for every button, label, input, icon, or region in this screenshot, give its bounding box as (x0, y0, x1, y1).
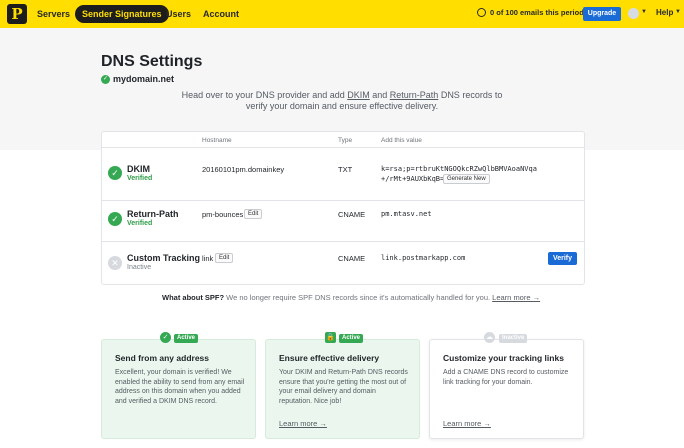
nav-account[interactable]: Account (203, 7, 239, 21)
domain-name: mydomain.net (113, 74, 175, 84)
verify-button[interactable]: Verify (548, 252, 577, 265)
check-icon: ✓ (108, 212, 122, 226)
check-icon: ✓ (101, 74, 110, 84)
lock-icon: 🔒 (325, 332, 336, 343)
record-name: DKIM (127, 164, 150, 174)
column-hostname: Hostname (202, 137, 232, 144)
caret-down-icon[interactable]: ▼ (675, 9, 681, 15)
generate-new-button[interactable]: Generate New (443, 174, 490, 184)
column-type: Type (338, 137, 353, 144)
page-title: DNS Settings (101, 53, 203, 70)
record-value: pm.mtasv.net (381, 210, 432, 218)
record-name: Return-Path (127, 209, 179, 219)
status-badge: Active (339, 334, 364, 343)
postmark-logo[interactable]: P (7, 4, 27, 24)
spf-learn-more-link[interactable]: Learn more → (492, 293, 540, 302)
record-hostname: link (202, 254, 214, 263)
email-usage[interactable]: 0 of 100 emails this period (477, 8, 584, 17)
feature-card-effective-delivery: Ensure effective delivery Your DKIM and … (265, 339, 420, 439)
top-nav: P Servers Sender Signatures Users Accoun… (0, 0, 684, 28)
table-row (101, 200, 585, 241)
record-type: CNAME (338, 254, 366, 263)
spf-note: What about SPF? We no longer require SPF… (162, 293, 540, 302)
x-icon: ✕ (108, 256, 122, 270)
learn-more-link[interactable]: Learn more → (443, 419, 491, 428)
cloud-icon: ☁ (484, 332, 495, 343)
upgrade-button[interactable]: Upgrade (583, 7, 621, 21)
avatar[interactable] (628, 8, 639, 19)
check-icon: ✓ (160, 332, 171, 343)
status-badge: Inactive (499, 334, 528, 343)
return-path-link[interactable]: Return-Path (390, 90, 439, 100)
usage-ring-icon (477, 8, 486, 17)
card-description: Your DKIM and Return-Path DNS records en… (279, 369, 408, 405)
status-badge: Active (174, 334, 199, 343)
record-value: k=rsa;p=rtbruKtNGOQkcRZwQlbBMVAoaNVqa (381, 165, 537, 173)
edit-hostname-button[interactable]: Edit (244, 209, 263, 219)
column-value: Add this value (381, 137, 422, 144)
nav-servers[interactable]: Servers (37, 7, 70, 21)
card-title: Send from any address (115, 353, 210, 363)
card-description: Add a CNAME DNS record to customize link… (443, 369, 569, 386)
record-hostname: pm-bounces (202, 210, 244, 219)
help-menu[interactable]: Help (656, 8, 673, 17)
spf-text: We no longer require SPF DNS records sin… (224, 293, 493, 302)
spf-question: What about SPF? (162, 293, 225, 302)
edit-hostname-button[interactable]: Edit (215, 253, 234, 263)
record-type: CNAME (338, 210, 366, 219)
caret-down-icon[interactable]: ▼ (641, 9, 647, 15)
card-title: Ensure effective delivery (279, 353, 380, 363)
dkim-link[interactable]: DKIM (347, 90, 370, 100)
record-status: Verified (127, 220, 153, 227)
record-name: Custom Tracking (127, 253, 201, 263)
record-type: TXT (338, 165, 353, 174)
record-hostname: 20160101pm.domainkey (202, 165, 285, 174)
record-status: Inactive (127, 264, 152, 271)
record-value-cont: +/rMt+9AUXbKqB= (381, 175, 445, 183)
domain-row: ✓ mydomain.net (101, 74, 174, 84)
intro-text: Head over to your DNS provider and add D… (170, 90, 514, 112)
intro-pre: Head over to your DNS provider and add (181, 90, 348, 100)
learn-more-link[interactable]: Learn more → (279, 419, 327, 428)
record-value: link.postmarkapp.com (381, 254, 466, 262)
usage-text: 0 of 100 emails this period (490, 8, 584, 17)
intro-and: and (369, 90, 390, 100)
record-status: Verified (127, 175, 153, 182)
check-icon: ✓ (108, 166, 122, 180)
nav-users[interactable]: Users (166, 7, 191, 21)
card-description: Excellent, your domain is verified! We e… (115, 369, 245, 405)
card-title: Customize your tracking links (443, 353, 564, 363)
feature-card-send-any-address: Send from any address Excellent, your do… (101, 339, 256, 439)
nav-sender-signatures[interactable]: Sender Signatures (75, 5, 169, 23)
feature-card-tracking-links: Customize your tracking links Add a CNAM… (429, 339, 584, 439)
